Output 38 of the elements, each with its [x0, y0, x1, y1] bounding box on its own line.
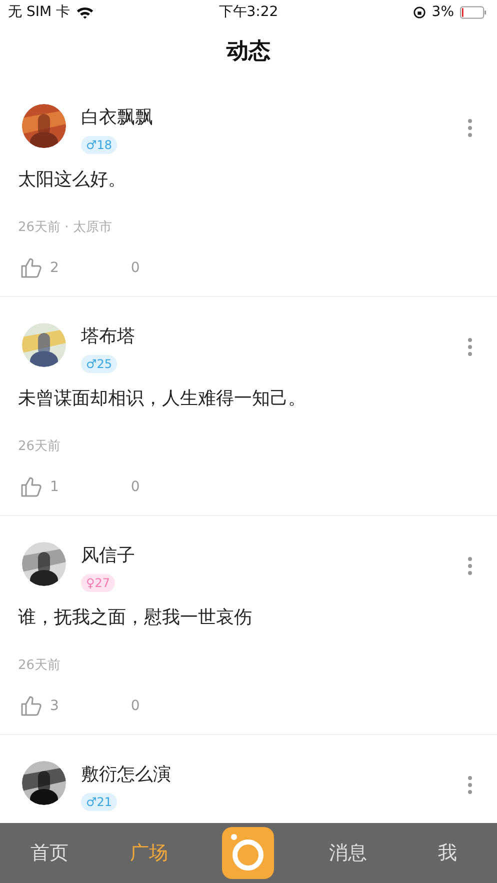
rotation-lock-icon [412, 6, 426, 18]
tab[interactable]: 首页 [30, 832, 69, 874]
tab[interactable]: 我 [438, 832, 457, 874]
tab[interactable]: 消息 [328, 832, 367, 874]
post-meta: 26天前 [18, 657, 62, 675]
like-count: 1 [50, 479, 59, 495]
user-name[interactable]: 敷衍怎么演 [81, 763, 171, 787]
more-icon[interactable] [467, 775, 473, 795]
post-text: 太阳这么好。 [18, 169, 127, 191]
post-text: 未曾谋面却相识，人生难得一知己。 [18, 388, 307, 410]
wifi-icon [76, 6, 94, 18]
post-meta: 26天前 · 太原市 [18, 219, 113, 237]
like-count: 3 [50, 698, 59, 714]
more-icon[interactable] [467, 337, 473, 357]
post-meta: 26天前 [18, 438, 62, 456]
camera-button[interactable] [222, 827, 274, 879]
thumbs-up-icon[interactable] [20, 476, 42, 498]
like-count: 2 [50, 260, 59, 276]
thumbs-up-icon[interactable] [20, 257, 42, 279]
user-name[interactable]: 白衣飘飘 [81, 106, 153, 130]
age-badge: ♂25 [81, 355, 118, 373]
age-badge: ♂18 [81, 136, 118, 154]
carrier-text: 无 SIM 卡 [8, 3, 70, 21]
more-icon[interactable] [467, 118, 473, 138]
comment-count: 0 [130, 698, 140, 714]
comment-count: 0 [130, 479, 140, 495]
post-text: 谁，抚我之面，慰我一世哀伤 [18, 607, 253, 629]
battery-percent: 3% [432, 4, 454, 20]
comment-count: 0 [130, 260, 140, 276]
user-name[interactable]: 风信子 [81, 544, 135, 568]
age-badge: ♀27 [81, 574, 116, 592]
age-badge: ♂21 [81, 793, 118, 811]
page-title: 动态 [226, 38, 270, 66]
more-icon[interactable] [467, 556, 473, 576]
status-time: 下午3:22 [218, 3, 278, 21]
user-name[interactable]: 塔布塔 [81, 325, 135, 349]
battery-icon [460, 6, 487, 18]
thumbs-up-icon[interactable] [20, 695, 42, 717]
